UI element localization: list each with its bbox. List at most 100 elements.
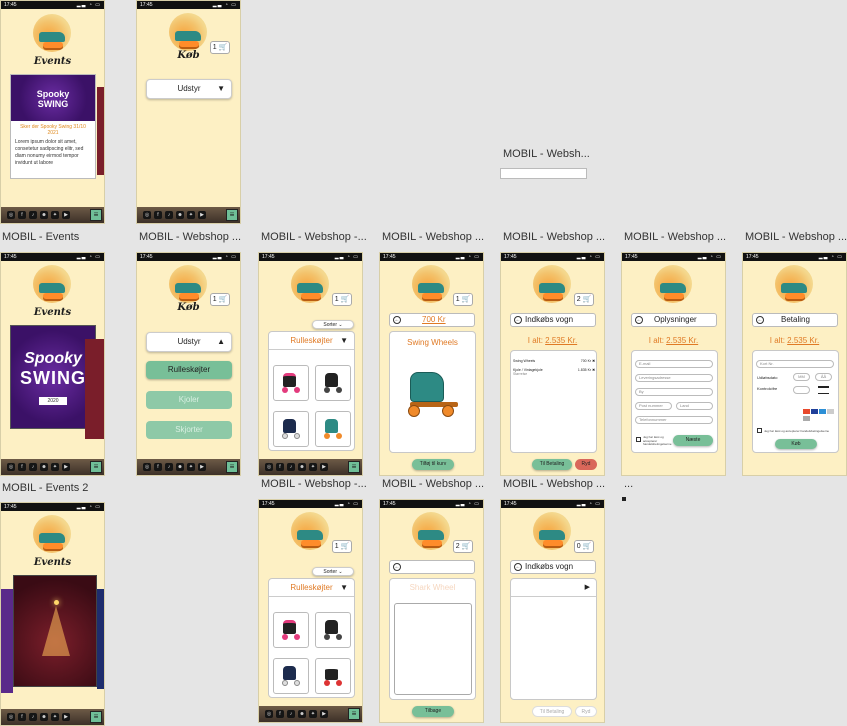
youtube-icon[interactable]: ▶ xyxy=(62,713,70,721)
facebook-icon[interactable]: f xyxy=(154,211,162,219)
roller-skate-logo[interactable] xyxy=(775,265,813,303)
back-arrow-icon[interactable]: ← xyxy=(393,563,401,571)
product-thumb-navy-skate[interactable] xyxy=(273,411,309,447)
facebook-icon[interactable]: f xyxy=(18,713,26,721)
roller-skate-logo[interactable] xyxy=(533,265,571,303)
cart-button[interactable]: 1 🛒 xyxy=(453,293,473,306)
back-arrow-icon[interactable]: ← xyxy=(635,316,643,324)
cart-button[interactable]: 2 🛒 xyxy=(574,293,594,306)
product-thumb-teal-skate[interactable] xyxy=(315,411,351,447)
roller-skate-logo[interactable] xyxy=(33,14,71,52)
category-header[interactable]: Rulleskøjter ▼ xyxy=(269,332,354,350)
facebook-icon[interactable]: f xyxy=(154,463,162,471)
product-thumb-black-skate[interactable] xyxy=(315,612,351,648)
product-thumb-pink-skate[interactable] xyxy=(273,612,309,648)
snapchat-icon[interactable]: ☻ xyxy=(40,713,48,721)
back-arrow-icon[interactable]: ← xyxy=(514,316,522,324)
instagram-icon[interactable]: ◎ xyxy=(7,463,15,471)
product-thumb-red-skate[interactable] xyxy=(315,658,351,694)
tiktok-icon[interactable]: ♪ xyxy=(29,211,37,219)
snapchat-icon[interactable]: ☻ xyxy=(40,463,48,471)
facebook-icon[interactable]: f xyxy=(276,710,284,718)
hamburger-menu-icon[interactable]: ≡ xyxy=(226,461,238,473)
cart-button[interactable]: 1 🛒 xyxy=(332,293,352,306)
instagram-icon[interactable]: ◎ xyxy=(7,713,15,721)
instagram-icon[interactable]: ◎ xyxy=(265,710,273,718)
roller-skate-logo[interactable] xyxy=(533,512,571,550)
country-field[interactable]: Land xyxy=(676,402,713,410)
postal-code-field[interactable]: Post nummer xyxy=(635,402,672,410)
menu-item-rulleskojter[interactable]: Rulleskøjter xyxy=(146,361,232,379)
category-header[interactable]: Rulleskøjter ▼ xyxy=(269,579,354,597)
hamburger-menu-icon[interactable]: ≡ xyxy=(226,209,238,221)
checkout-button[interactable]: Til Betaling xyxy=(532,459,572,470)
snapchat-icon[interactable]: ☻ xyxy=(298,463,306,471)
remove-icon[interactable]: ✖ xyxy=(592,359,595,363)
checkout-button[interactable]: Til Betaling xyxy=(532,706,572,717)
cart-button[interactable]: 1 🛒 xyxy=(210,293,230,306)
tiktok-icon[interactable]: ♪ xyxy=(29,463,37,471)
clear-cart-button[interactable]: Ryd xyxy=(575,459,597,470)
twitter-icon[interactable]: ✦ xyxy=(51,463,59,471)
cart-button[interactable]: 2 🛒 xyxy=(453,540,473,553)
youtube-icon[interactable]: ▶ xyxy=(62,211,70,219)
tiktok-icon[interactable]: ♪ xyxy=(287,710,295,718)
product-thumb-navy-skate[interactable] xyxy=(273,658,309,694)
card-number-field[interactable]: Kort Nr. xyxy=(756,360,834,368)
next-button[interactable]: Næste xyxy=(673,435,713,446)
christmas-poster[interactable] xyxy=(13,575,97,687)
clear-cart-button[interactable]: Ryd xyxy=(575,706,597,717)
snapchat-icon[interactable]: ☻ xyxy=(176,463,184,471)
instagram-icon[interactable]: ◎ xyxy=(143,211,151,219)
category-dropdown[interactable]: Udstyr ▼ xyxy=(146,79,232,99)
facebook-icon[interactable]: f xyxy=(276,463,284,471)
roller-skate-logo[interactable] xyxy=(412,265,450,303)
cart-button[interactable]: 1 🛒 xyxy=(210,41,230,54)
back-arrow-icon[interactable]: ← xyxy=(514,563,522,571)
category-dropdown[interactable]: Udstyr ▲ xyxy=(146,332,232,352)
email-field[interactable]: E-mail xyxy=(635,360,713,368)
tiktok-icon[interactable]: ♪ xyxy=(29,713,37,721)
sort-dropdown[interactable]: Sorter ⌄ xyxy=(312,567,354,576)
hamburger-menu-icon[interactable]: ≡ xyxy=(90,209,102,221)
roller-skate-logo[interactable] xyxy=(654,265,692,303)
facebook-icon[interactable]: f xyxy=(18,211,26,219)
expiry-month-field[interactable]: MM xyxy=(793,373,810,381)
youtube-icon[interactable]: ▶ xyxy=(198,211,206,219)
empty-row[interactable]: ▶ xyxy=(511,579,596,597)
add-to-cart-button[interactable]: Tilføj til kurv xyxy=(412,459,454,470)
product-thumb-pink-skate[interactable] xyxy=(273,365,309,401)
terms-checkbox[interactable] xyxy=(636,437,641,442)
youtube-icon[interactable]: ▶ xyxy=(320,710,328,718)
cvc-field[interactable] xyxy=(793,386,810,394)
roller-skate-logo[interactable] xyxy=(412,512,450,550)
roller-skate-logo[interactable] xyxy=(33,515,71,553)
snapchat-icon[interactable]: ☻ xyxy=(176,211,184,219)
roller-skate-logo[interactable] xyxy=(33,265,71,303)
roller-skate-logo[interactable] xyxy=(169,13,207,51)
back-arrow-icon[interactable]: ← xyxy=(756,316,764,324)
tiktok-icon[interactable]: ♪ xyxy=(165,463,173,471)
checkbox-small[interactable] xyxy=(622,497,626,501)
twitter-icon[interactable]: ✦ xyxy=(309,710,317,718)
terms-checkbox[interactable] xyxy=(757,428,762,433)
snapchat-icon[interactable]: ☻ xyxy=(40,211,48,219)
roller-skate-logo[interactable] xyxy=(291,265,329,303)
roller-skate-logo[interactable] xyxy=(169,265,207,303)
phone-field[interactable]: Telefonnummer xyxy=(635,416,713,424)
hamburger-menu-icon[interactable]: ≡ xyxy=(90,711,102,723)
hamburger-menu-icon[interactable]: ≡ xyxy=(348,708,360,720)
sort-dropdown[interactable]: Sorter ⌄ xyxy=(312,320,354,329)
event-card[interactable]: Spooky SWING Sker der Spooky Swing 31/10 … xyxy=(10,74,96,179)
expiry-year-field[interactable]: ÅÅ xyxy=(815,373,832,381)
menu-item-skjorter[interactable]: Skjorter xyxy=(146,421,232,439)
city-field[interactable]: By xyxy=(635,388,713,396)
event-poster[interactable]: Spooky SWING 2020 xyxy=(10,325,96,429)
cart-button[interactable]: 1 🛒 xyxy=(332,540,352,553)
cart-button[interactable]: 0 🛒 xyxy=(574,540,594,553)
remove-icon[interactable]: ✖ xyxy=(592,368,595,372)
product-thumb-black-skate[interactable] xyxy=(315,365,351,401)
instagram-icon[interactable]: ◎ xyxy=(265,463,273,471)
snapchat-icon[interactable]: ☻ xyxy=(298,710,306,718)
youtube-icon[interactable]: ▶ xyxy=(320,463,328,471)
